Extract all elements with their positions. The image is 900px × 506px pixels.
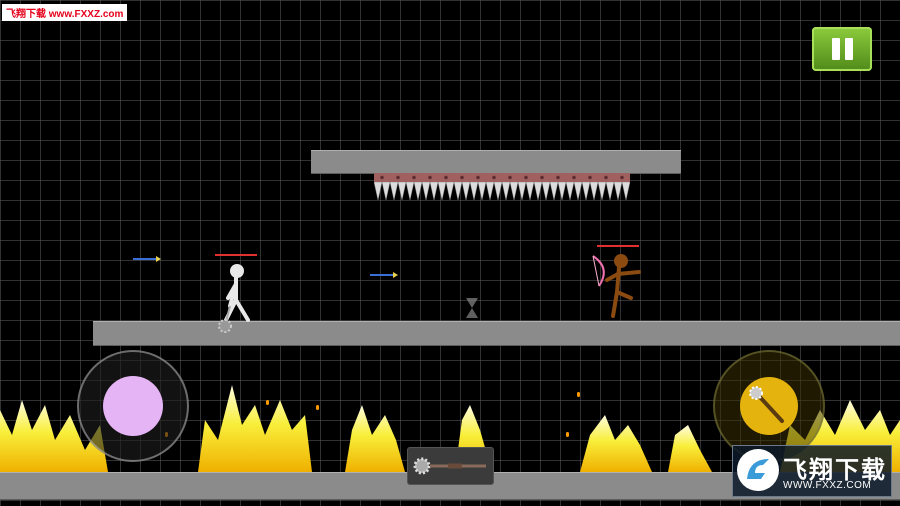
flying-arrow	[370, 272, 398, 278]
joystick-knob[interactable]	[103, 376, 163, 436]
ember	[266, 400, 269, 405]
weapon-slot[interactable]	[407, 447, 494, 485]
enemy-health-bar	[597, 245, 639, 247]
ember	[316, 405, 319, 410]
spike-trap	[374, 182, 630, 201]
player-health-bar	[215, 254, 257, 256]
mace-head	[218, 319, 232, 333]
logo-url: WWW.FXXZ.COM	[783, 480, 872, 491]
logo-emblem-icon	[737, 449, 779, 491]
movement-joystick[interactable]	[77, 350, 189, 462]
mace-icon	[749, 386, 784, 423]
flying-arrow	[133, 256, 161, 262]
watermark-text: 飞翔下载 www.FXXZ.com	[2, 4, 128, 21]
spike-trap-base	[374, 173, 630, 182]
attack-button-core	[740, 377, 798, 435]
upper-platform	[311, 150, 681, 174]
player-stickman	[218, 264, 250, 333]
dropped-weapon	[466, 298, 478, 318]
game-stage: 飞翔下载 www.FXXZ.com 飞翔下载 WWW.FXXZ.COM	[0, 0, 900, 506]
ember	[566, 432, 569, 437]
ember	[577, 392, 580, 397]
pause-button[interactable]	[812, 27, 872, 71]
watermark-logo: 飞翔下载 WWW.FXXZ.COM	[732, 445, 892, 497]
spiked-mace-icon	[413, 457, 486, 475]
enemy-stickman	[592, 254, 641, 318]
